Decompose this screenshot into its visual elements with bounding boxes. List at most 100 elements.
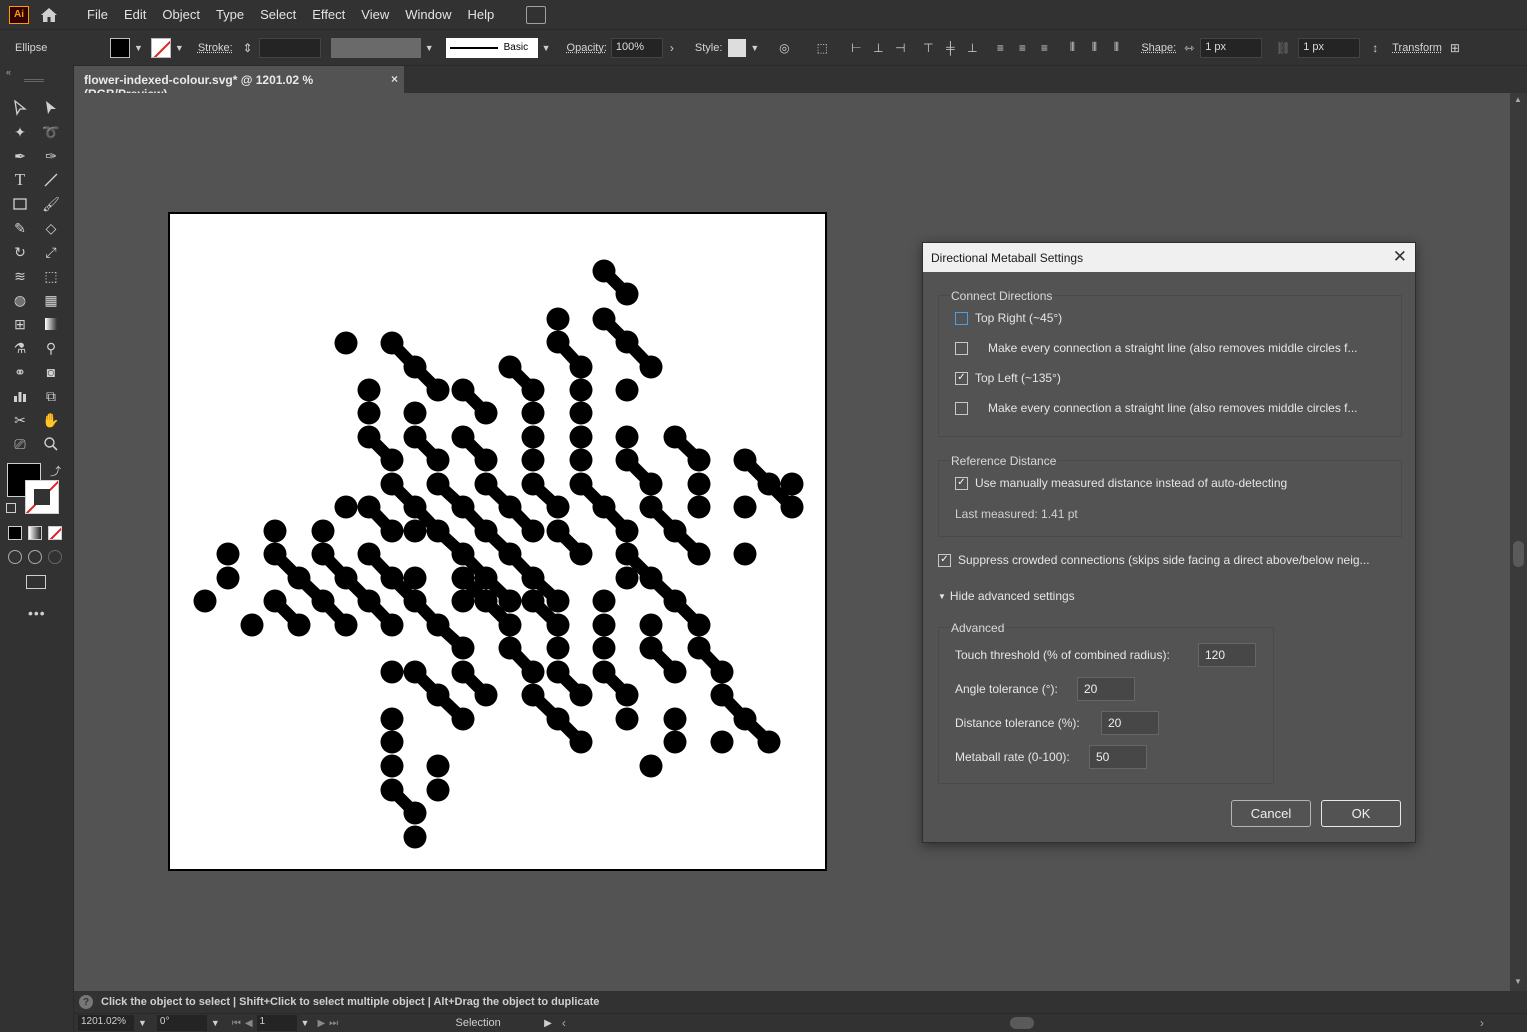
ellipse-dot[interactable] <box>380 613 404 637</box>
align-top-icon[interactable]: ⊤ <box>919 39 937 57</box>
distribute-top-icon[interactable]: ≡ <box>991 39 1009 57</box>
distribute-bottom-icon[interactable]: ≡ <box>1035 39 1053 57</box>
metaball-shapes[interactable] <box>193 259 804 849</box>
warp-tool-icon[interactable]: ≋ <box>9 265 31 287</box>
ellipse-dot[interactable] <box>546 613 570 637</box>
distribute-left-icon[interactable]: ⫴ <box>1063 39 1081 57</box>
distribute-right-icon[interactable]: ⫴ <box>1107 39 1125 57</box>
opacity-label[interactable]: Opacity: <box>567 42 607 54</box>
menu-select[interactable]: Select <box>252 0 304 29</box>
default-fill-stroke-icon[interactable] <box>6 503 16 513</box>
stroke-weight-input[interactable] <box>258 37 321 58</box>
ellipse-dot[interactable] <box>569 542 593 566</box>
distribute-middle-icon[interactable]: ≡ <box>1013 39 1031 57</box>
ellipse-dot[interactable] <box>451 589 475 613</box>
status-menu-icon[interactable]: ▶ <box>544 1018 552 1029</box>
ellipse-dot[interactable] <box>639 613 663 637</box>
align-selection-icon[interactable]: ⬚ <box>813 39 831 57</box>
symbol-sprayer-tool-icon[interactable]: ◙ <box>40 361 62 383</box>
column-graph-tool-icon[interactable] <box>9 385 31 407</box>
ellipse-dot[interactable] <box>426 613 450 637</box>
draw-normal-icon[interactable] <box>8 550 22 564</box>
ellipse-dot[interactable] <box>193 589 217 613</box>
ellipse-dot[interactable] <box>521 566 545 590</box>
scroll-down-icon[interactable]: ▼ <box>1514 977 1522 986</box>
ellipse-dot[interactable] <box>403 355 427 379</box>
magic-wand-tool-icon[interactable]: ✦ <box>9 121 31 143</box>
last-artboard-icon[interactable]: ⏭ <box>329 1018 338 1029</box>
ellipse-dot[interactable] <box>311 542 335 566</box>
draw-behind-icon[interactable] <box>28 550 42 564</box>
ellipse-dot[interactable] <box>263 519 287 543</box>
line-segment-tool-icon[interactable] <box>40 169 62 191</box>
stroke-swatch[interactable] <box>150 37 171 58</box>
chevron-down-icon[interactable]: ▼ <box>750 43 759 53</box>
menu-type[interactable]: Type <box>208 0 252 29</box>
ellipse-dot[interactable] <box>380 754 404 778</box>
zoom-level-input[interactable]: 1201.02% <box>78 1015 134 1031</box>
suppress-crowded-checkbox[interactable]: ✓ <box>938 553 951 567</box>
shape-label[interactable]: Shape: <box>1141 42 1176 54</box>
ellipse-dot[interactable] <box>780 495 804 519</box>
mesh-tool-icon[interactable]: ⊞ <box>9 313 31 335</box>
ellipse-dot[interactable] <box>357 425 381 449</box>
ellipse-dot[interactable] <box>639 566 663 590</box>
pen-tool-icon[interactable]: ✒ <box>9 145 31 167</box>
color-mode-icon[interactable] <box>8 526 22 540</box>
manual-distance-option[interactable]: ✓ Use manually measured distance instead… <box>955 476 1287 490</box>
ellipse-dot[interactable] <box>334 495 358 519</box>
eyedropper-tool-icon[interactable]: ⚗ <box>9 337 31 359</box>
ellipse-dot[interactable] <box>498 355 522 379</box>
horizontal-scrollbar-thumb[interactable] <box>1009 1017 1034 1029</box>
ellipse-dot[interactable] <box>357 589 381 613</box>
metaball-artwork[interactable] <box>170 214 825 869</box>
shape-builder-tool-icon[interactable]: ◍ <box>9 289 31 311</box>
lasso-tool-icon[interactable]: ➰ <box>40 121 62 143</box>
ellipse-dot[interactable] <box>592 589 616 613</box>
scroll-right-icon[interactable]: › <box>1480 1016 1484 1030</box>
ellipse-dot[interactable] <box>733 542 757 566</box>
ellipse-dot[interactable] <box>380 660 404 684</box>
screen-mode-icon[interactable] <box>26 575 46 589</box>
ellipse-dot[interactable] <box>240 613 264 637</box>
ellipse-dot[interactable] <box>569 448 593 472</box>
ellipse-dot[interactable] <box>546 636 570 660</box>
ellipse-dot[interactable] <box>687 613 711 637</box>
top-left-checkbox[interactable]: ✓ <box>955 371 968 385</box>
ellipse-dot[interactable] <box>757 730 781 754</box>
ellipse-dot[interactable] <box>663 730 687 754</box>
curvature-tool-icon[interactable]: ✑ <box>40 145 62 167</box>
ellipse-dot[interactable] <box>780 472 804 496</box>
zoom-tool-icon[interactable] <box>40 433 62 455</box>
ellipse-dot[interactable] <box>569 355 593 379</box>
ellipse-dot[interactable] <box>216 542 240 566</box>
ellipse-dot[interactable] <box>615 330 639 354</box>
chevron-down-icon[interactable]: ▼ <box>134 43 143 53</box>
chevron-down-icon[interactable]: ▼ <box>542 43 551 53</box>
blend-tool-icon[interactable]: ⚭ <box>9 361 31 383</box>
ellipse-dot[interactable] <box>521 660 545 684</box>
ellipse-dot[interactable] <box>592 259 616 283</box>
free-transform-tool-icon[interactable]: ⬚ <box>40 265 62 287</box>
panel-options-icon[interactable]: ⊞ <box>1446 39 1464 57</box>
suppress-crowded-option[interactable]: ✓ Suppress crowded connections (skips si… <box>938 553 1370 567</box>
ellipse-dot[interactable] <box>426 754 450 778</box>
ellipse-dot[interactable] <box>216 566 240 590</box>
top-left-option[interactable]: ✓ Top Left (~135°) <box>955 371 1061 385</box>
ellipse-dot[interactable] <box>733 707 757 731</box>
ellipse-dot[interactable] <box>474 519 498 543</box>
vertical-scrollbar[interactable]: ▲ ▼ <box>1510 93 1527 991</box>
close-icon[interactable]: ✕ <box>1393 247 1407 267</box>
ellipse-dot[interactable] <box>546 707 570 731</box>
menu-edit[interactable]: Edit <box>116 0 154 29</box>
ellipse-dot[interactable] <box>615 282 639 306</box>
straight-line-checkbox-2[interactable] <box>955 401 968 415</box>
align-bottom-icon[interactable]: ⊥ <box>963 39 981 57</box>
rotate-tool-icon[interactable]: ↻ <box>9 241 31 263</box>
ellipse-dot[interactable] <box>546 495 570 519</box>
ellipse-dot[interactable] <box>426 448 450 472</box>
draw-inside-icon[interactable] <box>48 550 62 564</box>
align-middle-icon[interactable]: ╪ <box>941 39 959 57</box>
slice-tool-icon[interactable]: ✂ <box>9 409 31 431</box>
ellipse-dot[interactable] <box>615 519 639 543</box>
